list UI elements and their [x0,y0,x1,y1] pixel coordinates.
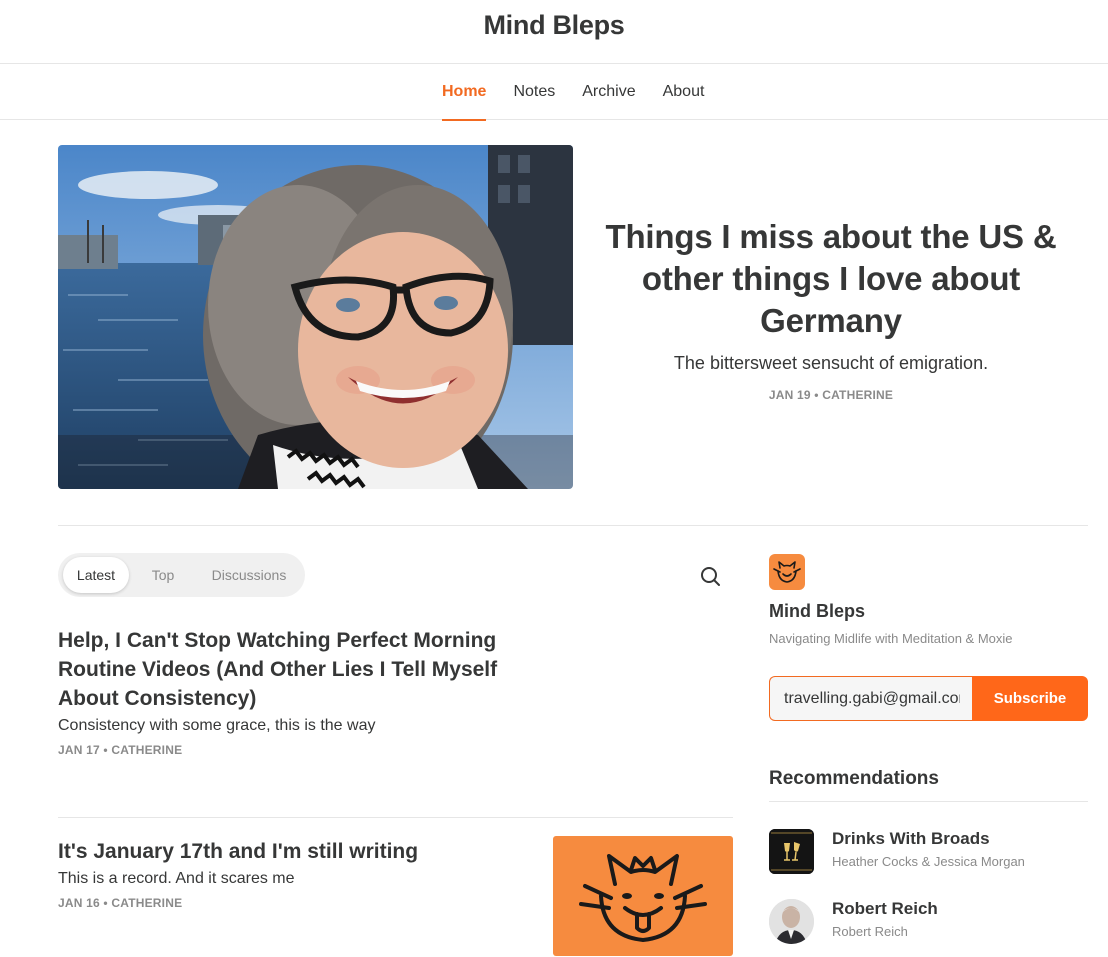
recommendations-heading: Recommendations [769,768,939,789]
recommendation-item[interactable]: Drinks With Broads Heather Cocks & Jessi… [769,829,1088,875]
champagne-glasses-icon [769,829,814,874]
nav-item-home[interactable]: Home [442,64,487,121]
hero-post-title[interactable]: Things I miss about the US & other thing… [600,216,1062,342]
hero-post-subtitle: The bittersweet sensucht of emigration. [673,353,989,373]
hero-photo [58,145,573,489]
post-meta: JAN 17 • CATHERINE [58,743,183,757]
publication-name[interactable]: Mind Bleps [769,601,865,622]
post-title[interactable]: Help, I Can't Stop Watching Perfect Morn… [58,626,508,713]
nav-items: Home Notes Archive About [442,64,731,121]
post-divider [58,817,733,818]
nav-item-about[interactable]: About [663,64,705,120]
recommendation-authors: Robert Reich [832,924,908,939]
cat-logo-icon [773,561,801,583]
tab-latest[interactable]: Latest [63,557,129,593]
recommendation-name: Robert Reich [832,899,938,918]
tab-discussions[interactable]: Discussions [200,557,298,593]
main-nav: Home Notes Archive About [0,64,1108,121]
post-item: Help, I Can't Stop Watching Perfect Morn… [58,626,733,757]
recommendation-authors: Heather Cocks & Jessica Morgan [832,854,1025,869]
recommendations-divider [769,801,1088,802]
hero-post-image[interactable] [58,145,573,489]
post-subtitle: Consistency with some grace, this is the… [58,717,376,734]
cat-logo-icon [579,854,707,942]
recommendation-item[interactable]: Robert Reich Robert Reich [769,899,1088,945]
hero-post-meta: JAN 19 • CATHERINE [768,388,894,402]
nav-item-notes[interactable]: Notes [513,64,555,120]
post-thumbnail[interactable] [553,836,733,956]
tab-top[interactable]: Top [138,557,188,593]
section-divider [58,525,1088,526]
search-icon[interactable] [698,564,722,588]
post-filter-tabs: Latest Top Discussions [58,553,305,597]
publication-logo[interactable] [769,554,805,590]
site-header: Mind Bleps [0,0,1108,64]
hero-post: Things I miss about the US & other thing… [600,216,1062,402]
recommendation-name: Drinks With Broads [832,829,990,848]
subscribe-button[interactable]: Subscribe [972,676,1088,721]
site-title[interactable]: Mind Bleps [0,10,1108,41]
email-field[interactable] [769,676,974,721]
nav-item-archive[interactable]: Archive [582,64,635,120]
avatar [769,899,814,944]
publication-description: Navigating Midlife with Meditation & Mox… [769,631,1013,646]
